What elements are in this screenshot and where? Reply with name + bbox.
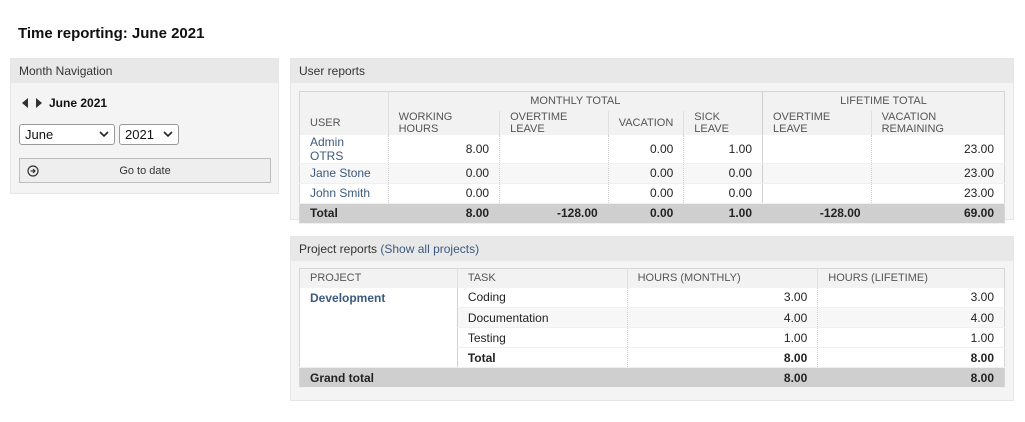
working-hours-cell: 8.00 bbox=[387, 134, 500, 164]
page-title: Time reporting: June 2021 bbox=[18, 25, 205, 42]
year-select-value: 2021 bbox=[125, 127, 154, 142]
project-reports-widget: Project reports (Show all projects) Proj… bbox=[290, 236, 1014, 401]
sick-leave-cell: 0.00 bbox=[683, 183, 763, 204]
current-month-label: June 2021 bbox=[49, 96, 108, 110]
total-vacation-remaining: 69.00 bbox=[870, 203, 1005, 224]
year-select[interactable]: 2021 bbox=[119, 124, 179, 145]
total-row: Total 8.00 -128.00 0.00 1.00 -128.00 69.… bbox=[299, 203, 1005, 224]
hours-monthly-cell: 4.00 bbox=[626, 307, 818, 328]
task-cell: Coding bbox=[456, 287, 628, 308]
go-to-date-button[interactable]: Go to date bbox=[19, 158, 271, 183]
column-header-project[interactable]: Project bbox=[299, 268, 458, 288]
table-row: Jane Stone 0.00 0.00 0.00 23.00 bbox=[299, 163, 1005, 184]
task-cell: Documentation bbox=[456, 307, 628, 328]
header-spacer bbox=[299, 91, 389, 111]
user-reports-table: Monthly total Lifetime total User Workin… bbox=[299, 91, 1005, 224]
monthly-total-group-header: Monthly total bbox=[387, 91, 763, 111]
hours-monthly-cell: 1.00 bbox=[626, 327, 818, 348]
working-hours-cell: 0.00 bbox=[387, 183, 500, 204]
grand-total-label: Grand total bbox=[299, 367, 628, 388]
hours-lifetime-cell: 1.00 bbox=[817, 327, 1005, 348]
grand-total-lifetime: 8.00 bbox=[817, 367, 1005, 388]
column-header-sick-leave[interactable]: Sick leave bbox=[683, 110, 763, 135]
hours-lifetime-cell: 3.00 bbox=[817, 287, 1005, 308]
grand-total-monthly: 8.00 bbox=[626, 367, 818, 388]
subtotal-lifetime: 8.00 bbox=[817, 347, 1005, 368]
hours-lifetime-cell: 4.00 bbox=[817, 307, 1005, 328]
lifetime-overtime-cell bbox=[762, 163, 872, 184]
column-header-vacation[interactable]: Vacation bbox=[607, 110, 684, 135]
column-header-hours-monthly[interactable]: Hours (monthly) bbox=[626, 268, 818, 288]
chevron-down-icon bbox=[163, 131, 173, 138]
month-navigation-header: Month Navigation bbox=[11, 59, 278, 83]
user-reports-header: User reports bbox=[291, 59, 1013, 83]
overtime-leave-cell bbox=[499, 134, 609, 164]
total-lifetime-overtime: -128.00 bbox=[762, 203, 872, 224]
user-link[interactable]: John Smith bbox=[310, 186, 370, 200]
column-header-lifetime-overtime-leave[interactable]: Overtime leave bbox=[762, 110, 872, 135]
column-header-task[interactable]: Task bbox=[456, 268, 628, 288]
month-navigation-widget: Month Navigation June 2021 June 2021 Go … bbox=[10, 58, 279, 194]
project-cell: Development bbox=[299, 287, 458, 368]
vacation-remaining-cell: 23.00 bbox=[870, 134, 1005, 164]
total-sick-leave: 1.00 bbox=[683, 203, 763, 224]
project-link[interactable]: Development bbox=[310, 291, 385, 305]
vacation-cell: 0.00 bbox=[607, 183, 684, 204]
go-to-date-label: Go to date bbox=[119, 164, 171, 177]
overtime-leave-cell bbox=[499, 163, 609, 184]
column-header-overtime-leave[interactable]: Overtime leave bbox=[499, 110, 609, 135]
lifetime-overtime-cell bbox=[762, 183, 872, 204]
overtime-leave-cell bbox=[499, 183, 609, 204]
column-header-user[interactable]: User bbox=[299, 110, 389, 135]
table-row: Development Coding 3.00 3.00 bbox=[299, 287, 1005, 368]
total-label: Total bbox=[299, 203, 389, 224]
task-cell: Testing bbox=[456, 327, 628, 348]
user-reports-widget: User reports Monthly total Lifetime tota… bbox=[290, 58, 1014, 224]
vacation-cell: 0.00 bbox=[607, 134, 684, 164]
column-header-vacation-remaining[interactable]: Vacation remaining bbox=[870, 110, 1005, 135]
month-row: June 2021 bbox=[19, 96, 107, 110]
circle-arrow-right-icon bbox=[27, 164, 39, 177]
subtotal-monthly: 8.00 bbox=[626, 347, 818, 368]
sick-leave-cell: 0.00 bbox=[683, 163, 763, 184]
subtotal-label: Total bbox=[456, 347, 628, 368]
vacation-remaining-cell: 23.00 bbox=[870, 183, 1005, 204]
table-row: Admin OTRS 8.00 0.00 1.00 23.00 bbox=[299, 134, 1005, 164]
grand-total-row: Grand total 8.00 8.00 bbox=[299, 367, 1005, 388]
next-month-icon[interactable] bbox=[33, 97, 45, 109]
month-select-value: June bbox=[25, 127, 54, 142]
vacation-remaining-cell: 23.00 bbox=[870, 163, 1005, 184]
date-selects: June 2021 bbox=[19, 124, 179, 145]
project-reports-table: Project Task Hours (monthly) Hours (life… bbox=[299, 268, 1005, 388]
user-link[interactable]: Admin OTRS bbox=[310, 135, 344, 163]
user-link[interactable]: Jane Stone bbox=[310, 166, 371, 180]
hours-monthly-cell: 3.00 bbox=[626, 287, 818, 308]
project-reports-header: Project reports (Show all projects) bbox=[291, 237, 1013, 261]
working-hours-cell: 0.00 bbox=[387, 163, 500, 184]
month-select[interactable]: June bbox=[19, 124, 115, 145]
column-header-working-hours[interactable]: Working hours bbox=[387, 110, 500, 135]
table-row: John Smith 0.00 0.00 0.00 23.00 bbox=[299, 183, 1005, 204]
total-working-hours: 8.00 bbox=[387, 203, 500, 224]
prev-month-icon[interactable] bbox=[19, 97, 31, 109]
show-all-projects-link[interactable]: (Show all projects) bbox=[380, 242, 479, 256]
total-vacation: 0.00 bbox=[607, 203, 684, 224]
column-header-hours-lifetime[interactable]: Hours (lifetime) bbox=[817, 268, 1005, 288]
sick-leave-cell: 1.00 bbox=[683, 134, 763, 164]
total-overtime-leave: -128.00 bbox=[499, 203, 609, 224]
project-reports-title: Project reports bbox=[299, 242, 378, 256]
lifetime-overtime-cell bbox=[762, 134, 872, 164]
vacation-cell: 0.00 bbox=[607, 163, 684, 184]
lifetime-total-group-header: Lifetime total bbox=[762, 91, 1005, 111]
chevron-down-icon bbox=[99, 131, 109, 138]
